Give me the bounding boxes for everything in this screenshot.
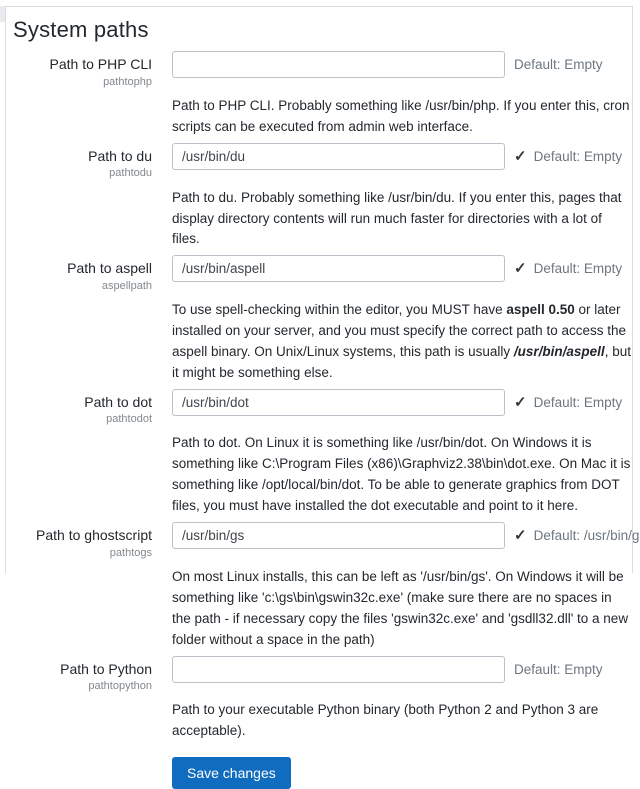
default-value: Default: Empty <box>534 395 623 410</box>
setting-input-col <box>172 656 505 683</box>
check-icon: ✓ <box>514 528 527 543</box>
setting-label-col: Path to Python pathtopython <box>6 656 172 694</box>
check-icon: ✓ <box>514 261 527 276</box>
pathtophp-input[interactable] <box>172 51 505 78</box>
setting-row-pathtophp: Path to PHP CLI pathtophp ✓ Default: Emp… <box>6 51 632 141</box>
setting-input-col <box>172 51 505 78</box>
default-value: Default: Empty <box>534 261 623 276</box>
setting-label: Path to ghostscript <box>6 527 152 545</box>
setting-shortname: pathtophp <box>6 76 152 89</box>
setting-shortname: pathtogs <box>6 547 152 560</box>
setting-shortname: pathtodot <box>6 413 152 426</box>
settings-page: System paths Path to PHP CLI pathtophp ✓… <box>5 6 633 573</box>
setting-description: Path to PHP CLI. Probably something like… <box>172 96 631 138</box>
check-icon: ✓ <box>514 149 527 164</box>
setting-input-col <box>172 143 505 170</box>
setting-default-col: ✓ Default: /usr/bin/gs <box>514 522 640 549</box>
setting-default-col: ✓ Default: Empty <box>514 51 632 78</box>
setting-label: Path to du <box>6 148 152 166</box>
setting-default-col: ✓ Default: Empty <box>514 656 632 683</box>
page-title: System paths <box>13 17 632 43</box>
setting-row-pathtogs: Path to ghostscript pathtogs ✓ Default: … <box>6 522 632 653</box>
setting-description: Path to du. Probably something like /usr… <box>172 188 631 251</box>
setting-description: Path to dot. On Linux it is something li… <box>172 433 631 517</box>
default-value: Default: /usr/bin/gs <box>534 528 640 543</box>
save-button[interactable]: Save changes <box>172 757 291 789</box>
pathtopython-input[interactable] <box>172 656 505 683</box>
setting-label-col: Path to ghostscript pathtogs <box>6 522 172 560</box>
setting-row-pathtodu: Path to du pathtodu ✓ Default: Empty Pat… <box>6 143 632 253</box>
check-icon: ✓ <box>514 395 527 410</box>
pathtodu-input[interactable] <box>172 143 505 170</box>
setting-row-pathtodot: Path to dot pathtodot ✓ Default: Empty P… <box>6 389 632 520</box>
setting-label-col: Path to dot pathtodot <box>6 389 172 427</box>
default-value: Default: Empty <box>514 57 603 72</box>
default-value: Default: Empty <box>534 149 623 164</box>
setting-shortname: pathtodu <box>6 167 152 180</box>
setting-description: Path to your executable Python binary (b… <box>172 700 631 742</box>
setting-row-aspellpath: Path to aspell aspellpath ✓ Default: Emp… <box>6 255 632 386</box>
setting-default-col: ✓ Default: Empty <box>514 389 632 416</box>
setting-label: Path to aspell <box>6 260 152 278</box>
setting-label: Path to dot <box>6 394 152 412</box>
setting-description: On most Linux installs, this can be left… <box>172 567 631 651</box>
setting-input-col <box>172 522 505 549</box>
setting-row-pathtopython: Path to Python pathtopython ✓ Default: E… <box>6 656 632 746</box>
pathtogs-input[interactable] <box>172 522 505 549</box>
aspellpath-input[interactable] <box>172 255 505 282</box>
setting-label: Path to PHP CLI <box>6 56 152 74</box>
setting-default-col: ✓ Default: Empty <box>514 143 632 170</box>
setting-default-col: ✓ Default: Empty <box>514 255 632 282</box>
default-value: Default: Empty <box>514 662 603 677</box>
setting-input-col <box>172 389 505 416</box>
setting-label-col: Path to du pathtodu <box>6 143 172 181</box>
pathtodot-input[interactable] <box>172 389 505 416</box>
setting-label-col: Path to PHP CLI pathtophp <box>6 51 172 89</box>
setting-shortname: aspellpath <box>6 280 152 293</box>
setting-label-col: Path to aspell aspellpath <box>6 255 172 293</box>
setting-input-col <box>172 255 505 282</box>
setting-shortname: pathtopython <box>6 680 152 693</box>
system-paths-form: Path to PHP CLI pathtophp ✓ Default: Emp… <box>6 51 632 789</box>
setting-description: To use spell-checking within the editor,… <box>172 300 631 384</box>
setting-label: Path to Python <box>6 661 152 679</box>
